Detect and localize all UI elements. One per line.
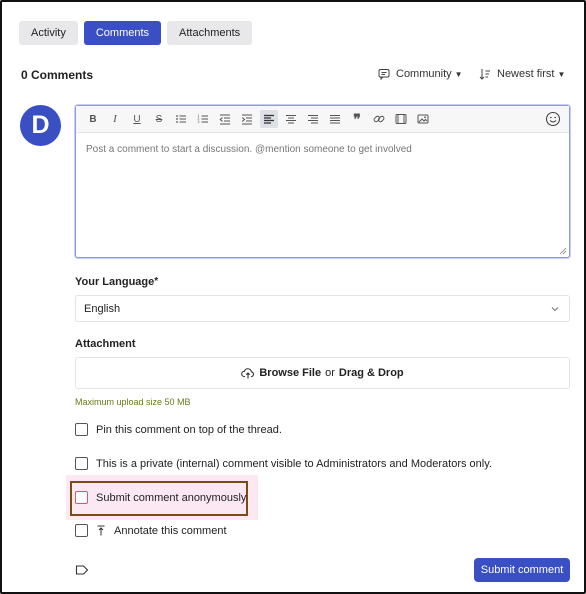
emoji-icon[interactable] bbox=[545, 111, 561, 127]
community-filter-label: Community bbox=[396, 68, 452, 80]
file-dropzone[interactable]: Browse File or Drag & Drop bbox=[75, 357, 570, 389]
comment-editor[interactable]: B I U S 123 ❞ Post a comment to start a … bbox=[75, 105, 570, 258]
submit-comment-button[interactable]: Submit comment bbox=[474, 558, 570, 582]
pin-option[interactable]: Pin this comment on top of the thread. bbox=[75, 423, 282, 436]
indent-icon[interactable] bbox=[238, 110, 256, 128]
annotate-option[interactable]: Annotate this comment bbox=[75, 524, 227, 537]
comments-panel: Activity Comments Attachments 0 Comments… bbox=[0, 0, 586, 594]
anonymous-label: Submit comment anonymously bbox=[96, 491, 247, 504]
sort-label: Newest first bbox=[497, 68, 555, 80]
bold-icon[interactable]: B bbox=[84, 110, 102, 128]
caret-down-icon: ▼ bbox=[454, 69, 463, 79]
annotate-label: Annotate this comment bbox=[114, 524, 227, 537]
resize-handle-icon[interactable] bbox=[559, 247, 567, 255]
tab-comments[interactable]: Comments bbox=[83, 21, 162, 45]
align-center-icon[interactable] bbox=[282, 110, 300, 128]
or-text: or bbox=[325, 367, 335, 379]
language-value: English bbox=[84, 302, 121, 315]
pin-label: Pin this comment on top of the thread. bbox=[96, 423, 282, 436]
required-mark: * bbox=[154, 276, 159, 287]
annotate-checkbox[interactable] bbox=[75, 524, 88, 537]
anonymous-option[interactable]: Submit comment anonymously bbox=[75, 491, 246, 504]
align-left-icon[interactable] bbox=[260, 110, 278, 128]
sort-icon bbox=[479, 69, 490, 80]
outdent-icon[interactable] bbox=[216, 110, 234, 128]
annotate-icon bbox=[97, 525, 105, 536]
tab-bar: Activity Comments Attachments bbox=[19, 21, 253, 45]
language-select[interactable]: English bbox=[75, 295, 570, 322]
italic-icon[interactable]: I bbox=[106, 110, 124, 128]
bullet-list-icon[interactable] bbox=[172, 110, 190, 128]
browse-file-link[interactable]: Browse File bbox=[259, 367, 321, 379]
chevron-down-icon bbox=[551, 307, 559, 312]
video-icon[interactable] bbox=[392, 110, 410, 128]
community-filter[interactable]: Community ▼ bbox=[378, 68, 463, 80]
tab-activity[interactable]: Activity bbox=[19, 21, 78, 45]
sort-dropdown[interactable]: Newest first ▼ bbox=[479, 68, 565, 80]
attachment-label: Attachment bbox=[75, 338, 136, 350]
comment-icon bbox=[378, 69, 390, 80]
pin-checkbox[interactable] bbox=[75, 423, 88, 436]
svg-text:3: 3 bbox=[198, 120, 200, 124]
private-option[interactable]: This is a private (internal) comment vis… bbox=[75, 457, 492, 470]
comment-count: 0 Comments bbox=[21, 68, 94, 82]
caret-down-icon: ▼ bbox=[557, 69, 566, 79]
drag-drop-text: Drag & Drop bbox=[338, 367, 404, 379]
link-icon[interactable] bbox=[370, 110, 388, 128]
language-label: Your Language* bbox=[75, 276, 159, 288]
user-avatar: D bbox=[20, 105, 61, 146]
align-right-icon[interactable] bbox=[304, 110, 322, 128]
editor-toolbar: B I U S 123 ❞ bbox=[76, 106, 569, 133]
comment-placeholder: Post a comment to start a discussion. @m… bbox=[86, 144, 412, 155]
private-label: This is a private (internal) comment vis… bbox=[96, 457, 492, 470]
tab-attachments[interactable]: Attachments bbox=[167, 21, 253, 45]
anonymous-checkbox[interactable] bbox=[75, 491, 88, 504]
image-icon[interactable] bbox=[414, 110, 432, 128]
underline-icon[interactable]: U bbox=[128, 110, 146, 128]
quote-icon[interactable]: ❞ bbox=[348, 110, 366, 128]
upload-size-hint: Maximum upload size 50 MB bbox=[75, 397, 191, 407]
numbered-list-icon[interactable]: 123 bbox=[194, 110, 212, 128]
cloud-upload-icon bbox=[241, 368, 255, 379]
strikethrough-icon[interactable]: S bbox=[150, 110, 168, 128]
align-justify-icon[interactable] bbox=[326, 110, 344, 128]
private-checkbox[interactable] bbox=[75, 457, 88, 470]
tag-icon[interactable] bbox=[75, 564, 89, 576]
